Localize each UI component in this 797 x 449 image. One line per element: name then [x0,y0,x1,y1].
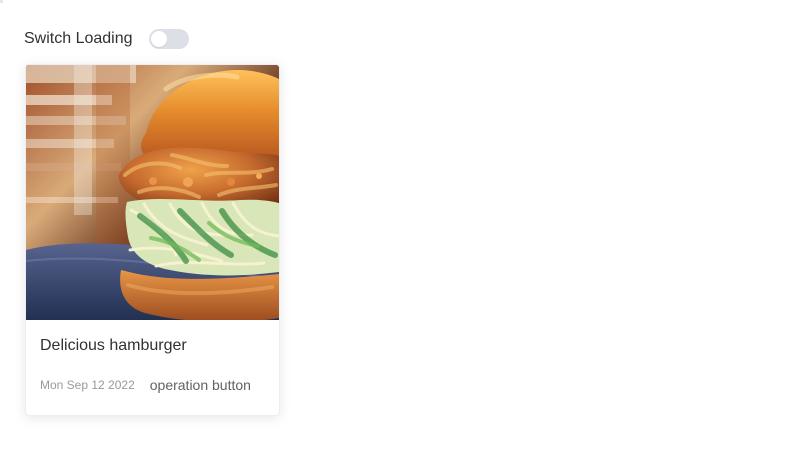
loading-toolbar: Switch Loading [24,28,189,50]
switch-knob [150,31,167,47]
card-body: Delicious hamburger Mon Sep 12 2022 oper… [26,320,279,393]
hamburger-photo-icon [26,65,279,320]
corner-mark [0,0,3,3]
switch-loading-label: Switch Loading [24,30,133,47]
recipe-card: Delicious hamburger Mon Sep 12 2022 oper… [25,64,280,416]
card-date: Mon Sep 12 2022 [40,378,135,392]
card-footer: Mon Sep 12 2022 operation button [40,377,265,393]
hamburger-image [26,65,279,320]
card-title: Delicious hamburger [40,337,187,354]
operation-button[interactable]: operation button [150,377,251,393]
page: Switch Loading Delicious hamburger Mon S… [0,0,797,449]
loading-switch[interactable] [148,29,189,49]
